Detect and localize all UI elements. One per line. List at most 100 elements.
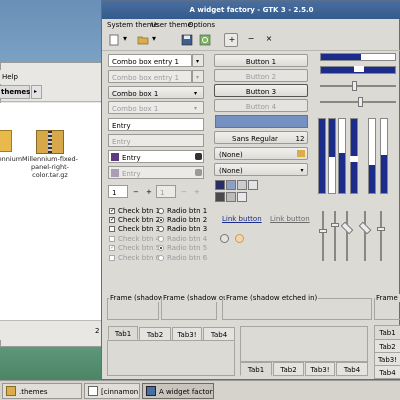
tab-4[interactable]: Tab4	[374, 365, 400, 379]
archive-icon[interactable]	[36, 130, 64, 154]
font-button[interactable]: Sans Regular 12	[214, 131, 308, 144]
path-next-button[interactable]: ▸	[31, 85, 42, 99]
check-label: Check btn 5	[118, 244, 161, 252]
color-swatch[interactable]	[248, 180, 258, 190]
scale-slider-handle[interactable]	[352, 81, 357, 91]
scale-button-icon[interactable]	[235, 234, 244, 243]
tab-3[interactable]: Tab3!	[305, 362, 335, 376]
vertical-scale[interactable]	[322, 211, 324, 261]
color-swatch[interactable]	[237, 192, 247, 202]
spin-minus-button[interactable]: −	[133, 188, 139, 196]
entry-with-icons[interactable]: Entry	[108, 150, 204, 163]
scale-slider-handle[interactable]	[319, 229, 327, 233]
check-button-4	[109, 236, 115, 242]
file-chooser-button[interactable]: (None)	[214, 147, 308, 160]
tab-2[interactable]: Tab2	[139, 327, 171, 341]
button-label: Button 3	[245, 88, 277, 96]
clear-icon[interactable]	[111, 153, 119, 161]
window-titlebar[interactable]: A widget factory - GTK 3 - 2.5.0	[102, 1, 400, 19]
button-3[interactable]: Button 3	[214, 84, 308, 97]
scale-slider-handle[interactable]	[331, 223, 339, 227]
binoculars-icon[interactable]	[195, 153, 202, 160]
tab-1[interactable]: Tab1	[374, 325, 400, 339]
radio-button-2[interactable]	[158, 217, 164, 223]
frame-label: Frame (shadow etched out)	[375, 294, 400, 302]
radio-button-1[interactable]	[158, 208, 164, 214]
tab-2[interactable]: Tab2	[273, 362, 304, 376]
scale-slider-handle[interactable]	[358, 97, 363, 107]
volume-icon[interactable]	[220, 234, 229, 243]
toggle-button-active[interactable]	[215, 115, 308, 128]
vertical-scale[interactable]	[346, 211, 348, 261]
scale-slider-handle[interactable]	[377, 227, 385, 231]
color-swatch[interactable]	[237, 180, 247, 190]
radio-label: Radio btn 6	[167, 254, 208, 262]
open-folder-icon[interactable]	[136, 33, 150, 47]
color-swatch[interactable]	[226, 180, 236, 190]
tab-label: Tab2	[146, 331, 164, 339]
vertical-progress-bar-gap	[350, 156, 358, 162]
color-swatch[interactable]	[215, 180, 225, 190]
horizontal-scale[interactable]	[320, 85, 396, 87]
tab-label: Tab1	[379, 329, 396, 337]
menu-options[interactable]: Options	[188, 21, 215, 29]
file-chooser-label: (None)	[219, 167, 243, 175]
entry[interactable]: Entry	[108, 118, 204, 131]
path-segment-themes[interactable]: themes	[0, 85, 30, 99]
spin-plus-button[interactable]: +	[146, 188, 152, 196]
menu-help[interactable]: Help	[2, 73, 18, 81]
frame-label: Frame (shadow etched in)	[225, 294, 319, 302]
combo-box[interactable]: Combo box 1	[108, 86, 204, 99]
check-button-3[interactable]	[109, 226, 115, 232]
save-icon[interactable]	[180, 33, 194, 47]
tab-4[interactable]: Tab4	[203, 327, 235, 341]
add-button[interactable]: +	[224, 33, 238, 47]
color-swatch[interactable]	[215, 192, 225, 202]
tab-3[interactable]: Tab3!	[374, 352, 400, 366]
close-button[interactable]: ×	[262, 33, 276, 47]
tab-1[interactable]: Tab1	[240, 362, 272, 376]
vertical-progress-bar	[338, 118, 346, 194]
folder-icon[interactable]	[0, 130, 12, 152]
tab-label: Tab1	[247, 366, 265, 374]
taskbar-item-label: [cinnamon.css (~/	[101, 388, 139, 396]
new-document-icon[interactable]	[107, 33, 121, 47]
open-dropdown-button[interactable]: ▾	[150, 33, 158, 47]
new-dropdown-button[interactable]: ▾	[121, 33, 129, 47]
tab-4[interactable]: Tab4	[336, 362, 368, 376]
spin-value[interactable]: 1	[108, 185, 128, 198]
vertical-progress-bar	[318, 118, 326, 194]
refresh-icon[interactable]	[198, 33, 212, 47]
scale-slider-handle[interactable]	[340, 221, 354, 235]
file-label: llennium	[0, 155, 23, 163]
vertical-scale[interactable]	[380, 211, 382, 261]
vertical-progress-bar	[328, 118, 336, 194]
scale-slider-handle[interactable]	[358, 221, 372, 235]
chevron-down-icon: ▾	[196, 74, 200, 81]
link-button-1[interactable]: Link button	[222, 215, 262, 223]
link-button-2: Link button	[270, 215, 310, 223]
taskbar-item-themes[interactable]: .themes	[2, 383, 82, 399]
remove-button[interactable]: −	[244, 33, 258, 47]
vertical-scale[interactable]	[364, 211, 366, 261]
taskbar-item-widget-factory[interactable]: A widget factory...	[142, 383, 214, 399]
check-button-1[interactable]	[109, 207, 115, 214]
file-view[interactable]: llennium Millennium-fixed-panel-right-co…	[0, 103, 110, 320]
color-swatch[interactable]	[226, 192, 236, 202]
combo-dropdown-button[interactable]: ▾	[192, 54, 204, 67]
combo-box-entry[interactable]: Combo box entry 1	[108, 54, 192, 67]
tab-2[interactable]: Tab2	[374, 339, 400, 353]
tab-1[interactable]: Tab1	[108, 326, 138, 340]
taskbar-item-editor[interactable]: [cinnamon.css (~/	[84, 383, 140, 399]
tab-3[interactable]: Tab3!	[172, 327, 202, 341]
radio-button-3[interactable]	[158, 226, 164, 232]
check-button-2[interactable]	[109, 216, 115, 223]
check-label: Check btn 2	[118, 216, 161, 224]
entry-text: Entry	[112, 138, 131, 146]
progress-bar	[320, 53, 396, 61]
button-1[interactable]: Button 1	[214, 54, 308, 67]
menu-user-theme[interactable]: User theme	[151, 21, 192, 29]
chevron-down-icon: ▾	[151, 34, 156, 43]
file-chooser-combo[interactable]: (None) ▾	[214, 163, 308, 176]
vertical-scale[interactable]	[334, 211, 336, 261]
